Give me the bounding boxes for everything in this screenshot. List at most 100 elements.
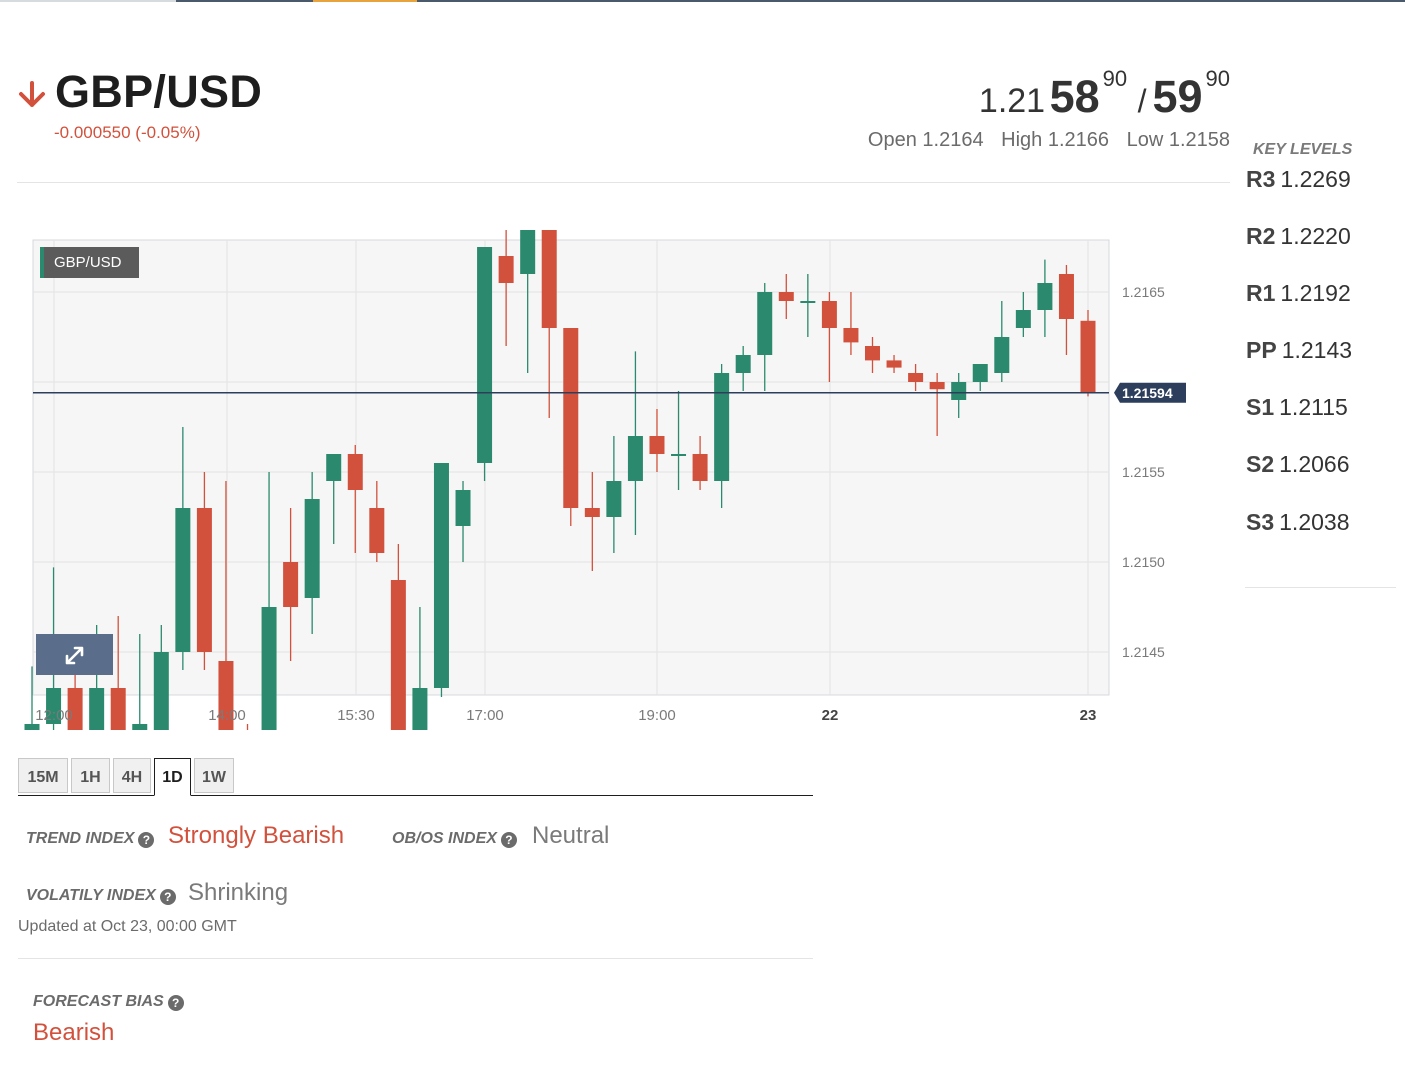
high-value: High 1.2166 [1001, 129, 1110, 151]
candle-body [153, 652, 169, 730]
candle-body [390, 580, 406, 730]
key-levels-title: KEY LEVELS [1253, 141, 1353, 158]
key-level-value: 1.2192 [1280, 280, 1351, 306]
candle-body [821, 301, 837, 328]
candle-body [757, 292, 773, 355]
y-tick-label: 1.2165 [1122, 284, 1165, 300]
candle-body [261, 607, 277, 730]
x-axis: 12:00 14:00 15:30 17:00 19:00 22 23 [35, 707, 1096, 724]
top-nav-segment [0, 0, 176, 2]
ask-fraction: 90 [1205, 66, 1230, 91]
question-circle-icon[interactable]: ? [138, 832, 155, 848]
candle [1080, 310, 1096, 397]
question-circle-icon[interactable]: ? [159, 889, 176, 905]
candle-body [951, 382, 967, 400]
candle-body [433, 463, 449, 688]
candle-body [649, 436, 665, 454]
bid-pips: 58 [1049, 71, 1100, 122]
current-price-label: 1.21594 [1122, 385, 1173, 401]
candle-body [778, 292, 794, 301]
candle-body [606, 481, 622, 517]
candle-body [1015, 310, 1031, 328]
tab-1h[interactable]: 1H [71, 758, 110, 793]
price-chart[interactable]: 1.21651.21551.21501.21451.21401.21351.21… [0, 230, 1200, 730]
current-price-tag: 1.21594 [1114, 382, 1186, 403]
candle-body [541, 230, 557, 328]
candle-body [520, 230, 536, 274]
tab-4h[interactable]: 4H [113, 758, 151, 793]
key-level-pp: PP 1.2143 [1246, 337, 1352, 364]
section-divider [18, 958, 813, 959]
key-level-r2: R2 1.2220 [1246, 223, 1351, 250]
candle-body [584, 508, 600, 517]
candle [246, 724, 249, 730]
y-tick-label: 1.2145 [1122, 644, 1165, 660]
y-axis: 1.21651.21551.21501.21451.21401.21351.21… [1122, 284, 1165, 660]
tab-1d[interactable]: 1D [154, 758, 191, 796]
legend-label: GBP/USD [54, 254, 122, 271]
question-circle-icon[interactable]: ? [500, 832, 517, 848]
key-level-s2: S2 1.2066 [1246, 451, 1350, 478]
key-level-name: R3 [1246, 166, 1276, 192]
key-levels-divider [1245, 587, 1396, 588]
header-divider [17, 182, 1230, 183]
arrow-down-icon [19, 81, 45, 107]
key-level-r3: R3 1.2269 [1246, 166, 1351, 193]
expand-chart-button[interactable] [36, 634, 113, 675]
candle-body [196, 508, 212, 652]
trend-index-text: TREND INDEX [26, 830, 135, 847]
candle-body [110, 688, 126, 730]
volatility-index-value: Shrinking [188, 879, 289, 906]
candle-body [1037, 283, 1053, 310]
key-level-value: 1.2269 [1280, 166, 1351, 192]
quote-separator: / [1137, 83, 1147, 119]
top-nav-line [0, 0, 1405, 2]
x-tick-label: 14:00 [208, 707, 246, 724]
tab-1w[interactable]: 1W [194, 758, 234, 793]
bid-fraction: 90 [1102, 66, 1128, 91]
candle-body [369, 508, 385, 553]
volatility-index-text: VOLATILY INDEX [26, 887, 156, 904]
key-level-value: 1.2115 [1279, 394, 1348, 420]
key-level-value: 1.2220 [1280, 223, 1351, 249]
bid-ask-quote: 1.21 58 90 /59 90 [979, 66, 1230, 123]
ohl-summary: Open 1.2164 High 1.2166 Low 1.2158 [856, 129, 1230, 152]
candle-body [412, 688, 428, 730]
candle-body [1080, 320, 1096, 393]
key-level-s3: S3 1.2038 [1246, 509, 1350, 536]
candle-body [175, 508, 191, 652]
chart-legend: GBP/USD [40, 247, 139, 278]
expand-arrows-icon [65, 646, 84, 665]
legend-swatch [40, 247, 44, 278]
key-level-s1: S1 1.2115 [1246, 394, 1348, 421]
x-tick-label: 17:00 [466, 707, 504, 724]
candle-body [89, 688, 105, 730]
candle-body [24, 724, 40, 730]
candle-body [735, 355, 751, 373]
forecast-bias-label: FORECAST BIAS? [33, 993, 184, 1011]
candle-body [455, 490, 471, 526]
tab-15m[interactable]: 15M [18, 758, 68, 793]
key-level-name: R1 [1246, 280, 1276, 306]
question-circle-icon[interactable]: ? [167, 995, 184, 1011]
candle-body [563, 328, 579, 508]
key-level-name: PP [1246, 337, 1277, 363]
candle [477, 247, 493, 481]
x-tick-label: 23 [1080, 707, 1097, 724]
price-change: -0.000550 (-0.05%) [54, 123, 201, 142]
candle [433, 463, 449, 697]
candle-body [800, 301, 816, 303]
key-level-name: S1 [1246, 394, 1275, 420]
candle-body [132, 724, 148, 730]
candle-body [347, 454, 363, 490]
candle-body [864, 346, 880, 361]
candle-body [1058, 274, 1074, 319]
candle-body [692, 454, 708, 481]
x-tick-label: 22 [822, 707, 839, 724]
candle-body [304, 499, 320, 598]
candle-body [843, 328, 859, 343]
top-nav-active-indicator [313, 0, 417, 2]
trend-index-label: TREND INDEX? [26, 830, 155, 848]
obos-index-value: Neutral [532, 822, 610, 849]
key-level-r1: R1 1.2192 [1246, 280, 1351, 307]
